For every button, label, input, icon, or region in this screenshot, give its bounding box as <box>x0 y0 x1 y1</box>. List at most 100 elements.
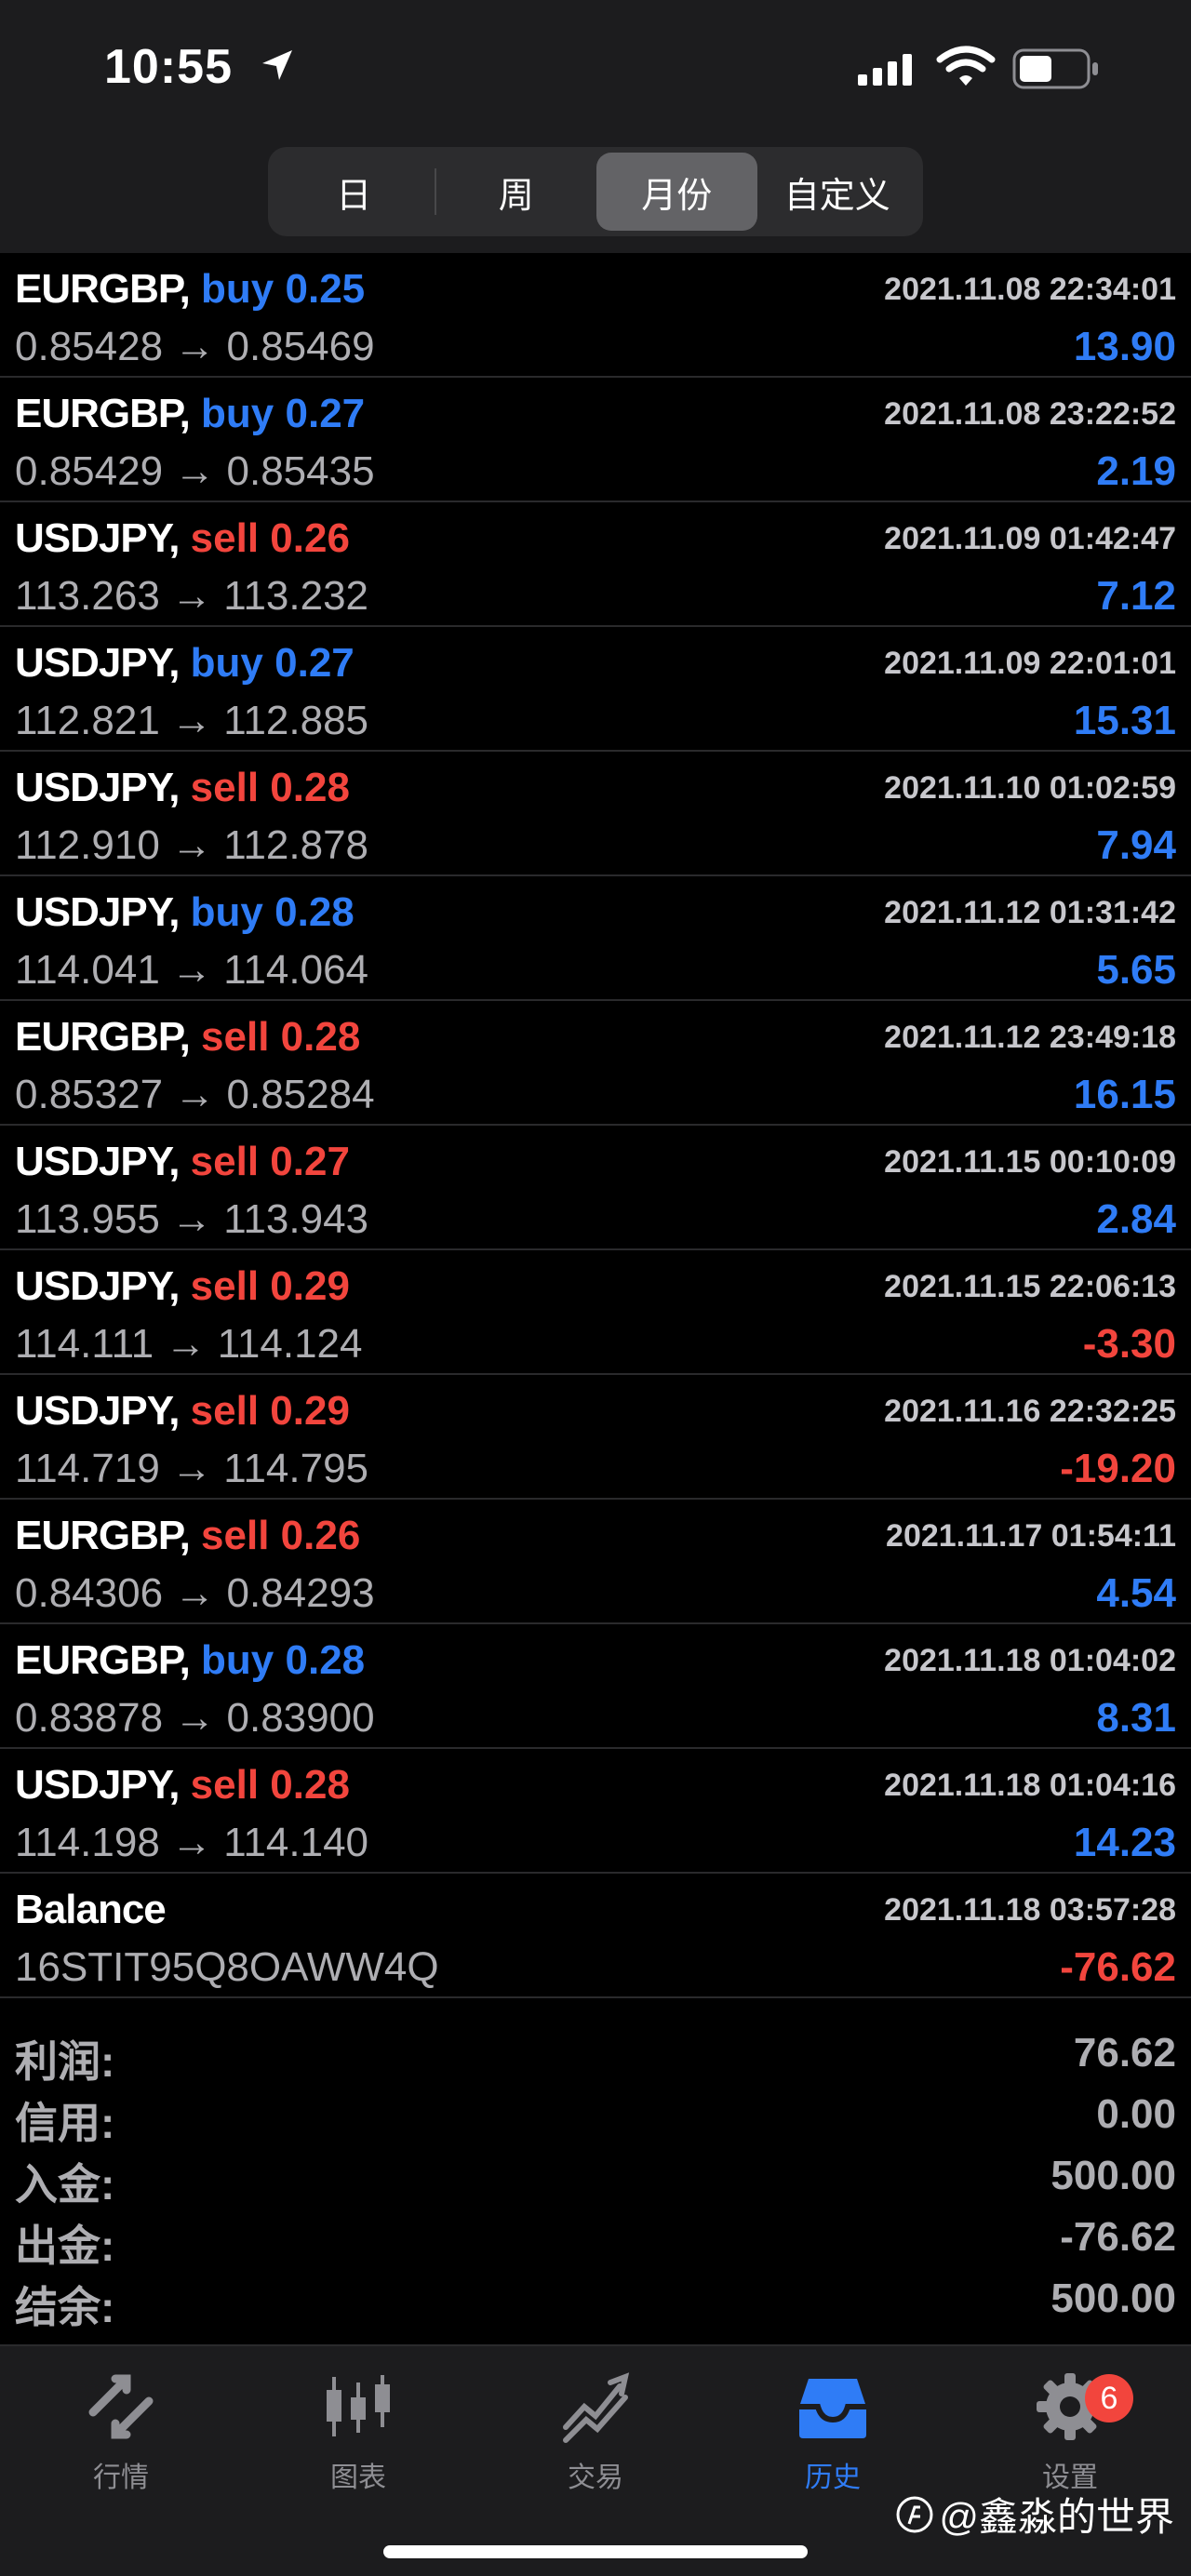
summary-label: 结余: <box>15 2283 115 2331</box>
trade-row[interactable]: EURGBP, sell 0.28 2021.11.12 23:49:18 0.85… <box>0 1001 1191 1126</box>
trade-row[interactable]: EURGBP, buy 0.27 2021.11.08 23:22:52 0.854… <box>0 378 1191 502</box>
tab-history[interactable]: 历史 <box>758 2365 907 2504</box>
trade-side: sell <box>201 1014 270 1060</box>
trade-profit: 16.15 <box>1073 1072 1176 1117</box>
tab-label: 历史 <box>805 2463 861 2493</box>
trade-row[interactable]: USDJPY, sell 0.29 2021.11.16 22:32:25 114.… <box>0 1375 1191 1500</box>
tab-settings[interactable]: 设置 6 <box>996 2365 1144 2504</box>
trade-prices: 0.85428 → 0.85469 <box>15 324 375 369</box>
trade-time: 2021.11.15 00:10:09 <box>884 1144 1176 1180</box>
summary-value: 500.00 <box>1050 2276 1176 2321</box>
trade-row[interactable]: USDJPY, sell 0.28 2021.11.10 01:02:59 112.… <box>0 752 1191 876</box>
trade-time: 2021.11.08 22:34:01 <box>884 272 1176 307</box>
trade-lots: 0.27 <box>285 391 366 436</box>
summary-row: 出金: -76.62 <box>0 2209 1191 2270</box>
trade-lots: 0.28 <box>285 1637 366 1683</box>
trade-symbol: USDJPY, <box>15 1388 180 1434</box>
watermark-text: @鑫淼的世界 <box>939 2495 1174 2539</box>
summary-row: 信用: 0.00 <box>0 2086 1191 2147</box>
trade-title: USDJPY, buy 0.28 <box>15 889 355 936</box>
summary-label: 入金: <box>15 2160 115 2209</box>
trade-title: USDJPY, sell 0.26 <box>15 515 350 562</box>
trade-lots: 0.28 <box>280 1014 361 1060</box>
trade-side: sell <box>190 1263 260 1309</box>
battery-icon <box>1012 48 1098 89</box>
trade-profit: 13.90 <box>1073 324 1176 369</box>
trade-prices: 114.719 → 114.795 <box>15 1446 369 1491</box>
trade-profit: 15.31 <box>1073 698 1176 743</box>
trade-time: 2021.11.18 01:04:16 <box>884 1768 1176 1803</box>
tab-bar: 行情 图表 交易 历史 设置 6 @鑫淼的世界 <box>0 2344 1191 2576</box>
trade-profit: 7.12 <box>1096 573 1176 619</box>
notification-badge: 6 <box>1085 2374 1133 2423</box>
trade-title: USDJPY, sell 0.29 <box>15 1388 350 1435</box>
summary-label: 利润: <box>15 2037 115 2086</box>
trade-lots: 0.26 <box>270 515 350 561</box>
segment-day[interactable]: 日 <box>274 153 435 231</box>
trade-side: sell <box>201 1513 270 1558</box>
history-screen: 10:55 日 周 月份 自定义 EURGBP, buy 0.25 2021.1… <box>0 0 1191 2576</box>
trade-side: buy <box>190 889 263 935</box>
trade-profit: 14.23 <box>1073 1820 1176 1865</box>
trade-prices: 0.85327 → 0.85284 <box>15 1072 375 1117</box>
trade-title: USDJPY, sell 0.29 <box>15 1263 350 1310</box>
summary-value: 500.00 <box>1050 2153 1176 2198</box>
trade-row[interactable]: USDJPY, buy 0.28 2021.11.12 01:31:42 114.0… <box>0 876 1191 1001</box>
trade-symbol: EURGBP, <box>15 1014 191 1060</box>
balance-label: Balance <box>15 1887 167 1932</box>
trade-time: 2021.11.08 23:22:52 <box>884 396 1176 432</box>
trade-title: EURGBP, buy 0.27 <box>15 391 365 437</box>
tab-chart[interactable]: 图表 <box>284 2365 433 2504</box>
summary-row: 结余: 500.00 <box>0 2270 1191 2331</box>
trade-lots: 0.27 <box>274 640 355 686</box>
trade-row[interactable]: USDJPY, sell 0.27 2021.11.15 00:10:09 113.… <box>0 1126 1191 1250</box>
trade-side: sell <box>190 515 260 561</box>
segment-month[interactable]: 月份 <box>596 153 757 231</box>
trade-row[interactable]: EURGBP, buy 0.25 2021.11.08 22:34:01 0.854… <box>0 253 1191 378</box>
trade-title: USDJPY, sell 0.28 <box>15 1762 350 1809</box>
trade-title: EURGBP, buy 0.25 <box>15 266 365 313</box>
trade-row[interactable]: USDJPY, sell 0.28 2021.11.18 01:04:16 114.… <box>0 1749 1191 1874</box>
trade-prices: 113.955 → 113.943 <box>15 1196 369 1242</box>
trade-symbol: EURGBP, <box>15 1513 191 1558</box>
tab-quotes[interactable]: 行情 <box>47 2365 195 2504</box>
trade-lots: 0.26 <box>280 1513 361 1558</box>
trade-title: EURGBP, sell 0.28 <box>15 1014 360 1061</box>
trade-lots: 0.29 <box>270 1263 350 1309</box>
trade-time: 2021.11.16 22:32:25 <box>884 1394 1176 1429</box>
balance-row[interactable]: Balance 2021.11.18 03:57:28 16STIT95Q8OAWW… <box>0 1874 1191 1998</box>
watermark: @鑫淼的世界 <box>896 2486 1174 2543</box>
trade-prices: 113.263 → 113.232 <box>15 573 369 619</box>
tab-trade[interactable]: 交易 <box>521 2365 670 2504</box>
trade-row[interactable]: USDJPY, buy 0.27 2021.11.09 22:01:01 112.8… <box>0 627 1191 752</box>
trade-title: USDJPY, sell 0.28 <box>15 765 350 811</box>
trade-side: buy <box>201 266 274 312</box>
trade-time: 2021.11.18 01:04:02 <box>884 1643 1176 1678</box>
trade-row[interactable]: USDJPY, sell 0.29 2021.11.15 22:06:13 114.… <box>0 1250 1191 1375</box>
trade-lots: 0.28 <box>274 889 355 935</box>
trade-symbol: USDJPY, <box>15 1263 180 1309</box>
location-arrow-icon <box>262 50 292 80</box>
trade-profit: 7.94 <box>1096 822 1176 868</box>
summary-value: 76.62 <box>1073 2030 1176 2075</box>
trade-time: 2021.11.09 01:42:47 <box>884 521 1176 556</box>
home-indicator[interactable] <box>383 2545 808 2558</box>
trade-prices: 0.84306 → 0.84293 <box>15 1570 375 1616</box>
trade-row[interactable]: EURGBP, buy 0.28 2021.11.18 01:04:02 0.838… <box>0 1624 1191 1749</box>
trade-prices: 0.85429 → 0.85435 <box>15 448 375 494</box>
summary-value: 0.00 <box>1096 2091 1176 2137</box>
segment-custom[interactable]: 自定义 <box>757 153 918 231</box>
trade-row[interactable]: EURGBP, sell 0.26 2021.11.17 01:54:11 0.84… <box>0 1500 1191 1624</box>
balance-amount: -76.62 <box>1060 1944 1176 1990</box>
trade-lots: 0.29 <box>270 1388 350 1434</box>
cellular-signal-icon <box>858 54 912 86</box>
trade-row[interactable]: USDJPY, sell 0.26 2021.11.09 01:42:47 113.… <box>0 502 1191 627</box>
summary-value: -76.62 <box>1060 2214 1176 2260</box>
trade-symbol: USDJPY, <box>15 1762 180 1808</box>
summary-label: 信用: <box>15 2099 115 2147</box>
summary-row: 入金: 500.00 <box>0 2147 1191 2209</box>
segment-week[interactable]: 周 <box>436 153 597 231</box>
trade-symbol: USDJPY, <box>15 515 180 561</box>
balance-time: 2021.11.18 03:57:28 <box>884 1892 1176 1928</box>
trade-side: buy <box>201 391 274 436</box>
